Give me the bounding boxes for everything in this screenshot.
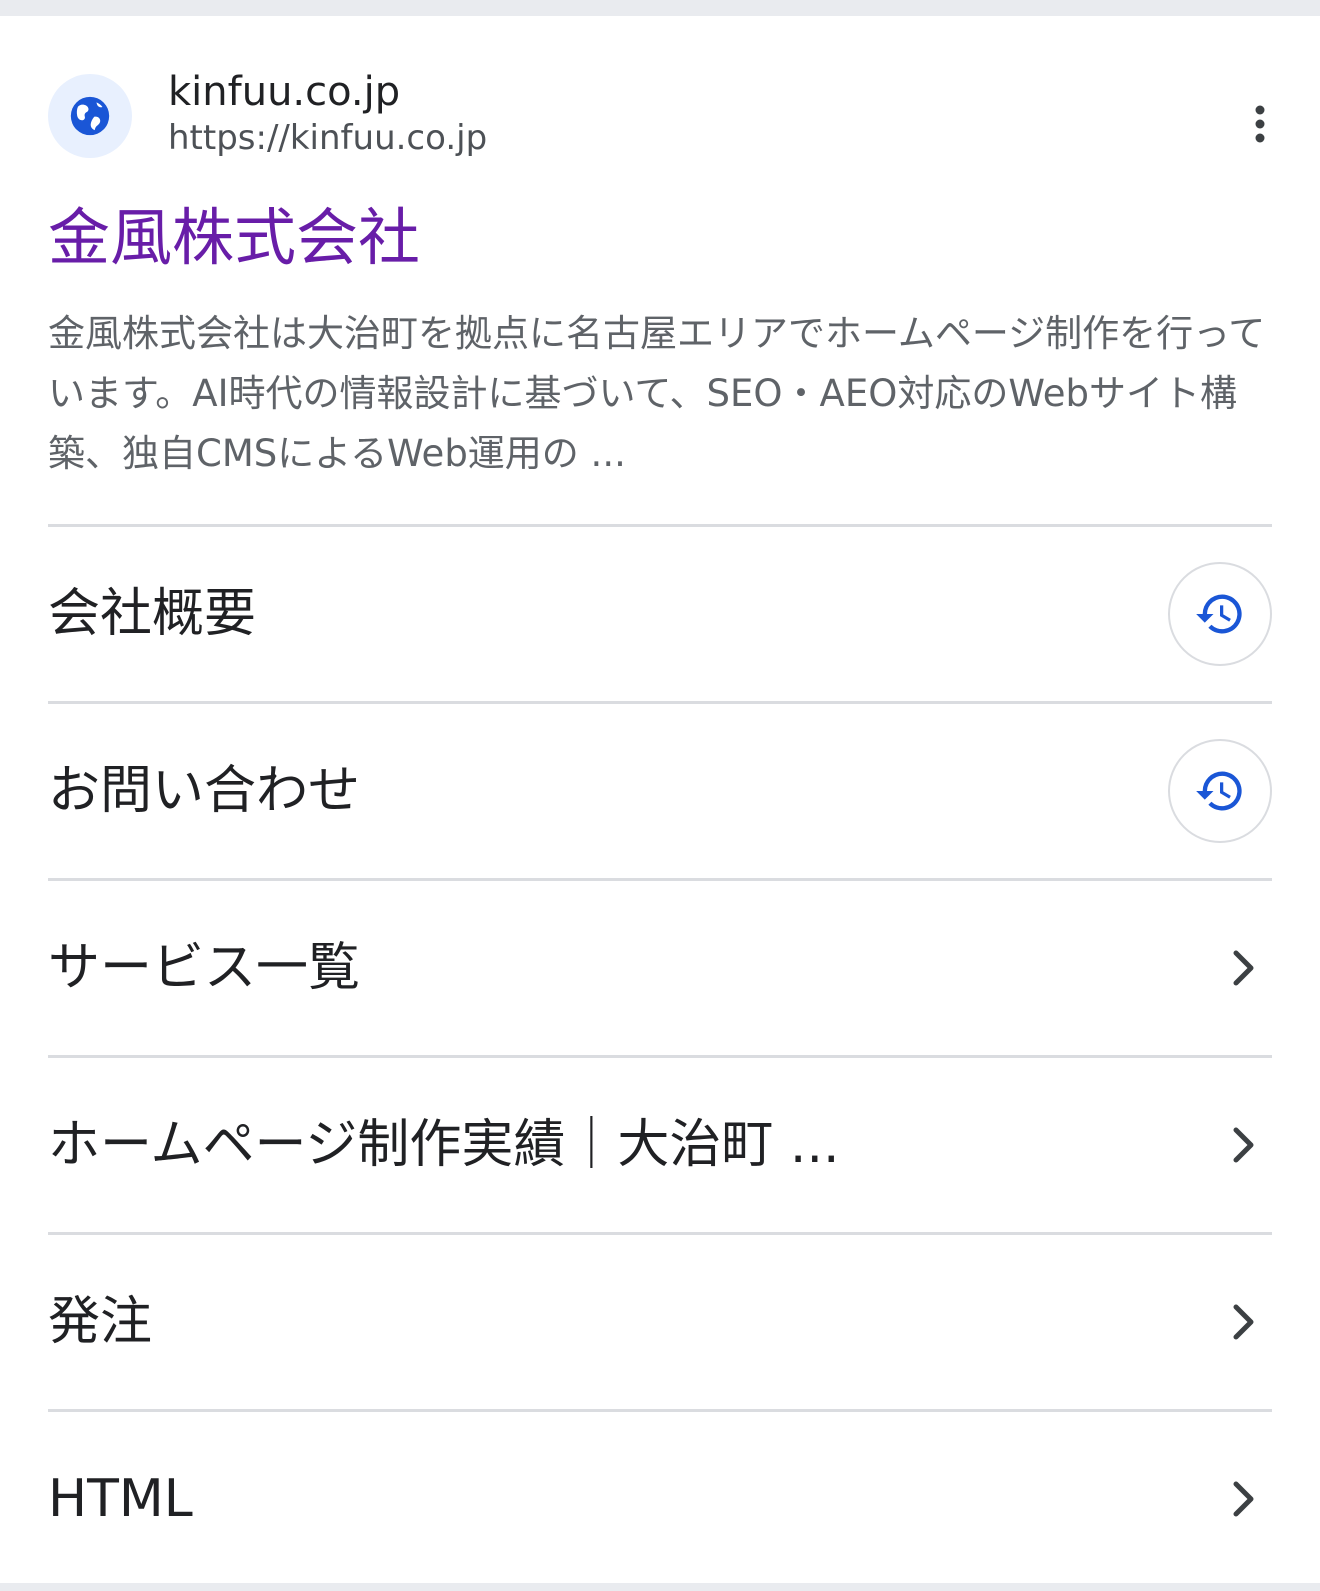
globe-icon (70, 96, 110, 136)
result-title-link[interactable]: 金風株式会社 (48, 192, 1272, 284)
sitelink-services[interactable]: サービス一覧 (48, 881, 1272, 1058)
sitelink-html[interactable]: HTML (48, 1412, 1272, 1586)
sitelink-order[interactable]: 発注 (48, 1235, 1272, 1412)
site-favicon (48, 74, 132, 158)
sitelink-label: ホームページ制作実績｜大治町 ... (48, 1115, 840, 1175)
site-name: kinfuu.co.jp (168, 69, 401, 115)
sitelink-company-overview[interactable]: 会社概要 (48, 527, 1272, 704)
sitelink-label: 発注 (48, 1292, 153, 1352)
sitelink-label: サービス一覧 (48, 938, 361, 998)
result-site-header[interactable]: kinfuu.co.jp https://kinfuu.co.jp (48, 16, 1272, 192)
history-icon (1196, 771, 1242, 811)
history-icon (1196, 594, 1242, 634)
chevron-right-icon (1220, 1475, 1268, 1523)
history-button[interactable] (1168, 739, 1272, 843)
chevron-right-icon (1220, 1121, 1268, 1169)
more-options-button[interactable] (1236, 92, 1284, 156)
search-result-card: kinfuu.co.jp https://kinfuu.co.jp 金風株式会社… (0, 16, 1320, 1583)
history-button[interactable] (1168, 562, 1272, 666)
sitelink-contact[interactable]: お問い合わせ (48, 704, 1272, 881)
sitelinks-list: 会社概要 お問い合わせ サービス一覧 ホームページ制作実績｜大治町 ... 発注… (48, 524, 1272, 1586)
sitelink-works[interactable]: ホームページ制作実績｜大治町 ... (48, 1058, 1272, 1235)
sitelink-label: お問い合わせ (48, 761, 361, 821)
more-vert-icon (1255, 105, 1265, 143)
sitelink-label: HTML (48, 1469, 193, 1529)
sitelink-label: 会社概要 (48, 584, 257, 644)
result-snippet: 金風株式会社は大治町を拠点に名古屋エリアでホームページ制作を行っています。AI時… (48, 312, 1266, 475)
chevron-right-icon (1220, 1298, 1268, 1346)
chevron-right-icon (1220, 944, 1268, 992)
site-url: https://kinfuu.co.jp (168, 118, 488, 158)
